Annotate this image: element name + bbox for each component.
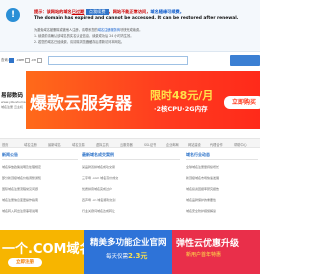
tab-email[interactable]: 企业邮局 bbox=[166, 142, 179, 147]
list-item[interactable]: 四声母 .cn 域名顺利交割 bbox=[82, 198, 115, 202]
notice-middle: ，网站不能正常访问， bbox=[108, 9, 151, 14]
buy-now-button[interactable]: 立即购买 bbox=[224, 96, 260, 109]
list-item[interactable]: 三字母 .com 域名高价成交 bbox=[82, 176, 118, 180]
tab-domain-trade[interactable]: 域名交易 bbox=[72, 142, 85, 147]
list-item[interactable]: 优质拼音域名完成过户 bbox=[82, 187, 112, 191]
notice-line-5: 2. 若您的域名已经续费，请清除浏览器缓存后重新访问本网站。 bbox=[34, 40, 125, 44]
register-now-button[interactable]: 立即注册 bbox=[8, 258, 42, 267]
tld-checkbox-net[interactable] bbox=[37, 58, 42, 63]
tab-agent[interactable]: 代理合作 bbox=[210, 142, 223, 147]
notice-line-4: 1. 续费前请确认该域名的实名认证信息，续费成功后 24 小时内生效。 bbox=[34, 34, 134, 38]
banner-title: 爆款云服务器 bbox=[30, 94, 132, 114]
tld-label-com: .com bbox=[16, 58, 25, 62]
cloud-ad-subtitle: 新用户首年特惠 bbox=[186, 252, 222, 258]
website-ad[interactable]: 精美多功能企业官网 每天仅需2.3元 bbox=[84, 230, 172, 274]
tab-home[interactable]: 首页 bbox=[2, 142, 8, 147]
search-button[interactable] bbox=[230, 55, 260, 66]
domain-search-bar: 查询： .com .cn bbox=[0, 53, 260, 69]
tab-ssl[interactable]: SSL证书 bbox=[144, 142, 156, 147]
logo-name: 易部数码 bbox=[1, 93, 24, 99]
list-item[interactable]: 域名品牌保护的重要性 bbox=[186, 198, 216, 202]
registrar-link[interactable]: 域名注册服务商 bbox=[98, 28, 120, 32]
list-item[interactable]: 行业关键词域名达成转让 bbox=[82, 209, 115, 213]
notice-headline: 提示：该网站的域名已过期 点我续费 ，网站不能正常访问，域名随缘可续费。 bbox=[34, 9, 184, 15]
banner-spec: ·2核CPU·2G内存 bbox=[154, 105, 208, 113]
nav-tabs: 首页 域名注册 最新域名 域名交易 虚拟主机 云服务器 SSL证书 企业邮局 网… bbox=[0, 138, 260, 148]
list-item[interactable]: 域名安全防护措施解读 bbox=[186, 209, 216, 213]
list-item[interactable]: 国际域名注册流程常见问题 bbox=[2, 187, 38, 191]
list-item[interactable]: 域名投资回报率研究报告 bbox=[186, 187, 219, 191]
list-item[interactable]: 某品牌双拼域名成功交易 bbox=[82, 165, 115, 169]
list-item[interactable]: 新顶级域名市场快速发展 bbox=[186, 176, 219, 180]
tld-checkbox-cn[interactable] bbox=[25, 58, 30, 63]
list-item[interactable]: 部分新顶级域名价格调整通知 bbox=[2, 176, 41, 180]
logo-tagline: 域名注册 云主机 bbox=[1, 105, 23, 109]
website-ad-price-value: 2.3元 bbox=[128, 252, 148, 260]
tld-label-cn: .cn bbox=[31, 58, 37, 62]
com-domain-ad[interactable]: 一个.COM域名 立即注册 bbox=[0, 230, 84, 274]
com-ad-title: 一个.COM域名 bbox=[2, 242, 84, 257]
notice-domain: 已过期 bbox=[71, 9, 85, 14]
deals-column-divider bbox=[82, 159, 180, 160]
renew-button[interactable]: 点我续费 bbox=[85, 9, 109, 15]
notice-line-3: 为避免域名被删除或被他人注册，请联系您的域名注册服务商尽快完成续费。 bbox=[34, 27, 142, 32]
domain-search-input[interactable] bbox=[48, 56, 188, 65]
industry-column-title: 域名行业动态 bbox=[186, 152, 210, 157]
notice-english: The domain has expired and cannot be acc… bbox=[34, 16, 239, 21]
list-item[interactable]: 全球域名注册量持续增长 bbox=[186, 165, 219, 169]
list-item[interactable]: 域名注册信息变更操作指南 bbox=[2, 198, 38, 202]
deals-column-title: 最新域名成交案例 bbox=[82, 152, 114, 157]
tab-site-build[interactable]: 网站建设 bbox=[188, 142, 201, 147]
news-column-divider bbox=[2, 159, 78, 160]
notice-line3-suffix: 尽快完成续费。 bbox=[120, 28, 143, 32]
info-icon: ! bbox=[6, 8, 20, 22]
elastic-cloud-ad[interactable]: 弹性云优惠升级 新用户首年特惠 bbox=[172, 230, 260, 274]
renew-link[interactable]: 域名随缘可续费。 bbox=[150, 9, 184, 14]
expiry-notice: ! 提示：该网站的域名已过期 点我续费 ，网站不能正常访问，域名随缘可续费。 Th… bbox=[0, 0, 260, 52]
notice-prefix: 提示：该网站的域名 bbox=[34, 9, 72, 14]
industry-column-divider bbox=[186, 159, 258, 160]
tab-latest-domains[interactable]: 最新域名 bbox=[48, 142, 61, 147]
site-logo[interactable]: 易部数码 www.yibushuma.com 域名注册 云主机 bbox=[0, 71, 33, 129]
website-ad-price: 每天仅需2.3元 bbox=[106, 251, 147, 261]
tab-cloud-server[interactable]: 云服务器 bbox=[120, 142, 133, 147]
cloud-ad-title: 弹性云优惠升级 bbox=[176, 239, 240, 249]
banner-price: 限时48元/月 bbox=[150, 89, 214, 102]
website-ad-price-prefix: 每天仅需 bbox=[106, 254, 129, 260]
cloud-server-banner[interactable]: 爆款云服务器 限时48元/月 ·2核CPU·2G内存 立即购买 bbox=[26, 71, 260, 129]
tld-checkbox-com[interactable] bbox=[9, 58, 14, 63]
website-ad-title: 精美多功能企业官网 bbox=[90, 238, 167, 248]
tab-help[interactable]: 帮助中心 bbox=[234, 142, 247, 147]
tab-virtual-host[interactable]: 虚拟主机 bbox=[96, 142, 109, 147]
list-item[interactable]: 域名转入转出注意事项说明 bbox=[2, 209, 38, 213]
list-item[interactable]: 域名停放政策说明及处理规定 bbox=[2, 165, 41, 169]
notice-line3-prefix: 为避免域名被删除或被他人注册，请联系您的 bbox=[34, 28, 98, 32]
news-column-title: 新闻公告 bbox=[2, 152, 18, 157]
tab-domain-register[interactable]: 域名注册 bbox=[24, 142, 37, 147]
